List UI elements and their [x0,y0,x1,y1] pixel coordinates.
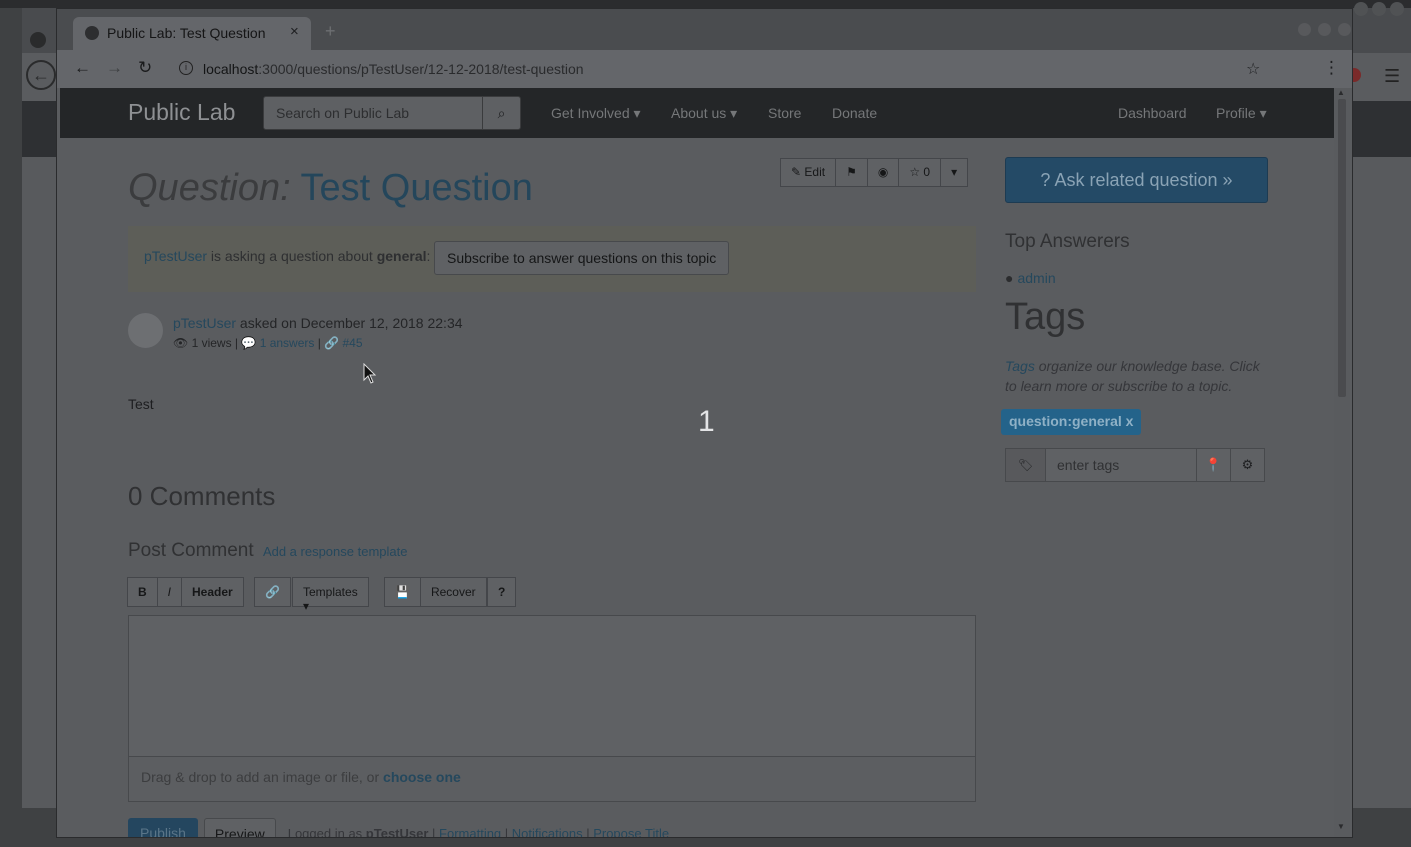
background-menu-icon: ☰ [1384,66,1401,86]
author-link[interactable]: pTestUser [173,315,236,331]
save-icon[interactable]: 💾 [384,577,421,607]
mouse-cursor-icon [363,363,377,384]
gear-icon[interactable]: ⚙ [1230,448,1265,482]
node-id-link[interactable]: #45 [342,336,362,350]
formatting-link[interactable]: Formatting [439,826,501,837]
asker-link[interactable]: pTestUser [144,248,207,264]
browser-menu-icon[interactable]: ⋮ [1323,58,1340,78]
tags-icon: 🏷 [1005,448,1046,482]
address-field[interactable]: localhost:3000/questions/pTestUser/12-12… [203,61,584,77]
site-info-icon[interactable]: i [179,61,193,75]
scroll-down-icon[interactable]: ▼ [1337,822,1345,831]
eye-icon: 👁 [173,336,189,350]
nav-store[interactable]: Store [768,105,801,121]
window-controls[interactable] [1291,23,1351,41]
question-body: Test [128,396,154,412]
user-icon: ● [1005,270,1014,286]
counter-overlay: 1 [698,405,715,438]
comments-icon: 💬 [241,336,257,350]
tag-input-group: 🏷 enter tags 📍 ⚙ [1005,448,1267,482]
tags-description: Tags organize our knowledge base. Click … [1005,358,1260,394]
asker-notice: pTestUser is asking a question about gen… [128,226,976,292]
answers-link[interactable]: 1 answers [260,336,315,350]
background-app-icon [30,32,46,48]
comment-textarea[interactable] [128,615,976,757]
bookmark-star-icon[interactable]: ☆ [1246,59,1260,79]
search-icon[interactable]: ⌕ [482,96,521,130]
nav-donate[interactable]: Donate [832,105,877,121]
help-icon[interactable]: ? [487,577,517,607]
scroll-up-icon[interactable]: ▲ [1337,88,1345,97]
scrollbar-thumb[interactable] [1338,99,1346,397]
page-viewport: Public Lab Search on Public Lab ⌕ Get In… [57,88,1352,837]
comments-heading: 0 Comments [128,481,276,511]
response-template-link[interactable]: Add a response template [263,544,408,559]
address-toolbar: ← → ↻ i localhost:3000/questions/pTestUs… [57,50,1352,88]
background-back-icon: ← [26,60,56,90]
site-navbar: Public Lab Search on Public Lab ⌕ Get In… [60,88,1334,138]
location-icon[interactable]: 📍 [1196,448,1231,482]
topic-name[interactable]: general [377,248,427,264]
reload-icon[interactable]: ↻ [138,58,152,78]
avatar[interactable] [128,313,163,348]
site-brand[interactable]: Public Lab [128,99,235,126]
post-comment-heading: Post Comment Add a response template [128,540,408,561]
propose-title-link[interactable]: Propose Title [593,826,669,837]
tab-title: Public Lab: Test Question [107,25,266,41]
question-toolbar: ✎ Edit ⚑ ◉ ☆ 0 ▾ [780,158,969,187]
ask-related-question-button[interactable]: ? Ask related question » [1005,157,1268,203]
like-button[interactable]: ☆ 0 [898,158,942,187]
nav-dashboard[interactable]: Dashboard [1118,105,1187,121]
browser-window: Public Lab: Test Question × + ← → ↻ i lo… [56,8,1353,838]
preview-button[interactable]: Preview [203,818,276,837]
tag-input[interactable]: enter tags [1045,448,1197,482]
tags-link[interactable]: Tags [1005,358,1035,374]
answerer-link[interactable]: ● admin [1005,270,1056,286]
flag-icon[interactable]: ⚑ [835,158,868,187]
page-title: Question: Test Question [128,167,533,209]
question-circle-icon: ? [1040,170,1051,190]
tag-chip[interactable]: question:general x [1001,409,1142,435]
comment-actions: Publish Preview Logged in as pTestUser |… [128,818,669,837]
tags-heading: Tags [1005,296,1086,338]
background-window-controls [1350,2,1404,21]
publish-button[interactable]: Publish [128,818,198,837]
watch-icon[interactable]: ◉ [866,158,900,187]
subscribe-button[interactable]: Subscribe to answer questions on this to… [434,241,730,275]
asked-line: pTestUser asked on December 12, 2018 22:… [173,315,463,331]
file-drop-area[interactable]: Drag & drop to add an image or file, or … [128,757,976,802]
search-input[interactable]: Search on Public Lab [263,96,483,130]
back-icon[interactable]: ← [74,58,91,78]
bold-button[interactable]: B [127,577,158,607]
header-button[interactable]: Header [181,577,244,607]
nav-profile[interactable]: Profile ▾ [1216,105,1267,122]
tab-close-icon[interactable]: × [290,23,299,40]
nav-about-us[interactable]: About us ▾ [671,105,737,122]
desktop-top-bar [0,0,1411,8]
link-icon: 🔗 [324,336,340,350]
page-scrollbar[interactable]: ▲ ▼ [1334,88,1350,837]
logged-in-status: Logged in as pTestUser | Formatting | No… [288,818,669,837]
new-tab-icon[interactable]: + [325,21,336,42]
forward-icon[interactable]: → [106,58,123,78]
top-answerers-heading: Top Answerers [1005,231,1130,252]
more-dropdown-button[interactable]: ▾ [940,158,969,187]
link-button[interactable]: 🔗 [254,577,291,607]
choose-file-link[interactable]: choose one [383,769,461,785]
tab-bar: Public Lab: Test Question × + [57,9,1352,50]
templates-dropdown[interactable]: Templates ▾ [292,577,369,613]
question-meta: 👁 1 views | 💬 1 answers | 🔗 #45 [173,336,363,350]
site-favicon-icon [85,26,99,40]
recover-button[interactable]: Recover [419,577,487,607]
notifications-link[interactable]: Notifications [512,826,583,837]
italic-button[interactable]: I [156,577,183,607]
edit-button[interactable]: ✎ Edit [780,158,837,187]
nav-get-involved[interactable]: Get Involved ▾ [551,105,641,122]
tab-active[interactable]: Public Lab: Test Question × [73,17,311,50]
